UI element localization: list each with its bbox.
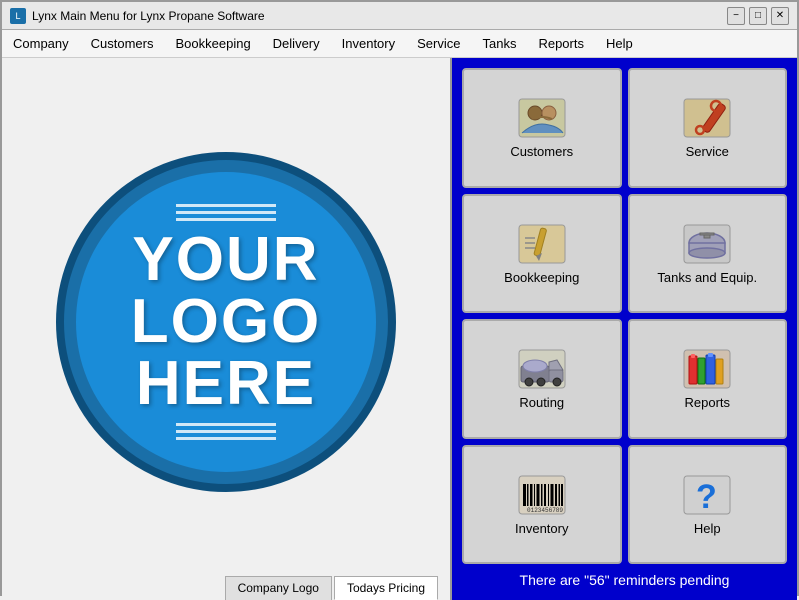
- logo-line-2: [176, 211, 276, 214]
- reminder-text: There are "56" reminders pending: [462, 564, 787, 590]
- menu-tanks[interactable]: Tanks: [471, 32, 527, 55]
- reports-button[interactable]: Reports: [628, 319, 788, 439]
- inventory-label: Inventory: [515, 521, 568, 536]
- logo-line-6: [176, 437, 276, 440]
- bookkeeping-button[interactable]: Bookkeeping: [462, 194, 622, 314]
- bottom-tabs: Company Logo Todays Pricing: [225, 576, 440, 600]
- logo-line-1: [176, 204, 276, 207]
- reports-label: Reports: [684, 395, 730, 410]
- help-label: Help: [694, 521, 721, 536]
- main-content: YOUR LOGO HERE Company Logo Todays Prici…: [2, 58, 797, 600]
- service-label: Service: [686, 144, 729, 159]
- tab-company-logo[interactable]: Company Logo: [225, 576, 332, 600]
- left-panel: YOUR LOGO HERE Company Logo Todays Prici…: [2, 58, 452, 600]
- grid-buttons: Customers Service: [462, 68, 787, 564]
- window-title: Lynx Main Menu for Lynx Propane Software: [32, 9, 265, 23]
- menu-bookkeeping[interactable]: Bookkeeping: [165, 32, 262, 55]
- menu-customers[interactable]: Customers: [80, 32, 165, 55]
- help-button[interactable]: ? Help: [628, 445, 788, 565]
- bookkeeping-icon: [514, 222, 570, 266]
- close-button[interactable]: ✕: [771, 7, 789, 25]
- service-icon: [679, 96, 735, 140]
- customers-label: Customers: [510, 144, 573, 159]
- logo-area: YOUR LOGO HERE: [12, 68, 440, 576]
- logo-lines-top: [176, 204, 276, 221]
- svg-text:?: ?: [696, 478, 717, 516]
- menu-help[interactable]: Help: [595, 32, 644, 55]
- menu-delivery[interactable]: Delivery: [262, 32, 331, 55]
- reports-icon: [679, 347, 735, 391]
- svg-text:0123456789: 0123456789: [527, 507, 563, 514]
- title-bar-left: L Lynx Main Menu for Lynx Propane Softwa…: [10, 8, 265, 24]
- tanks-icon: [679, 222, 735, 266]
- menu-bar: Company Customers Bookkeeping Delivery I…: [2, 30, 797, 58]
- help-icon: ?: [679, 473, 735, 517]
- inventory-button[interactable]: 0123456789 Inventory: [462, 445, 622, 565]
- inventory-icon: 0123456789: [514, 473, 570, 517]
- tanks-label: Tanks and Equip.: [657, 270, 757, 285]
- logo-outer-circle: YOUR LOGO HERE: [56, 152, 396, 492]
- logo-line-logo: LOGO: [131, 291, 322, 353]
- maximize-button[interactable]: □: [749, 7, 767, 25]
- logo-line-3: [176, 218, 276, 221]
- menu-inventory[interactable]: Inventory: [331, 32, 406, 55]
- customers-icon: [514, 96, 570, 140]
- logo-lines-bottom: [176, 423, 276, 440]
- tab-todays-pricing[interactable]: Todays Pricing: [334, 576, 438, 600]
- menu-company[interactable]: Company: [2, 32, 80, 55]
- logo-text: YOUR LOGO HERE: [131, 229, 322, 415]
- app-icon: L: [10, 8, 26, 24]
- customers-button[interactable]: Customers: [462, 68, 622, 188]
- title-bar-controls[interactable]: − □ ✕: [727, 7, 789, 25]
- tanks-button[interactable]: Tanks and Equip.: [628, 194, 788, 314]
- routing-icon: [514, 347, 570, 391]
- right-panel: Customers Service: [452, 58, 797, 600]
- routing-label: Routing: [519, 395, 564, 410]
- routing-button[interactable]: Routing: [462, 319, 622, 439]
- minimize-button[interactable]: −: [727, 7, 745, 25]
- logo-line-4: [176, 423, 276, 426]
- logo-line-here: HERE: [131, 353, 322, 415]
- service-button[interactable]: Service: [628, 68, 788, 188]
- menu-reports[interactable]: Reports: [527, 32, 595, 55]
- title-bar: L Lynx Main Menu for Lynx Propane Softwa…: [2, 2, 797, 30]
- logo-inner-circle: YOUR LOGO HERE: [76, 172, 376, 472]
- menu-service[interactable]: Service: [406, 32, 471, 55]
- logo-line-5: [176, 430, 276, 433]
- bookkeeping-label: Bookkeeping: [504, 270, 579, 285]
- logo-line-your: YOUR: [131, 229, 322, 291]
